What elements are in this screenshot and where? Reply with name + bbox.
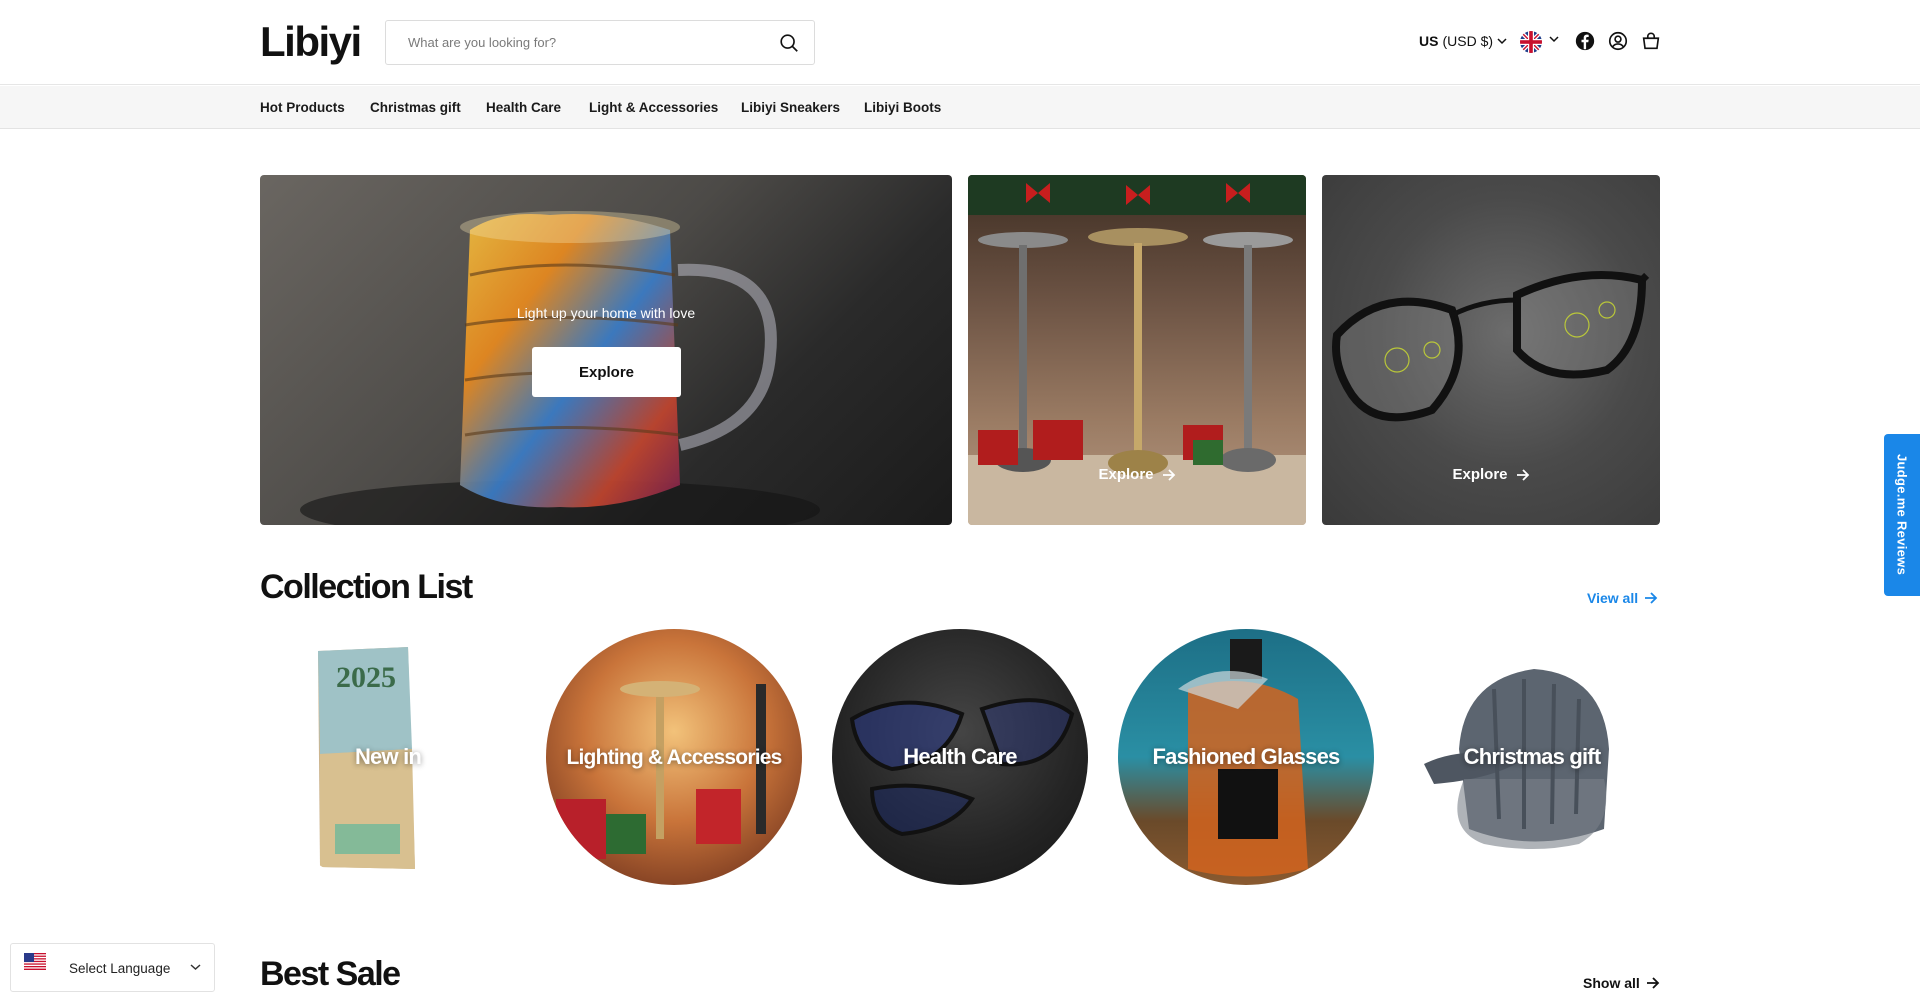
arrow-right-icon	[1646, 977, 1660, 989]
collection-label: Fashioned Glasses	[1152, 744, 1341, 769]
search-input[interactable]	[386, 21, 766, 64]
show-all-link[interactable]: Show all	[1583, 975, 1660, 991]
us-flag-icon	[24, 953, 46, 970]
collection-christmas-gift[interactable]: Christmas gift	[1404, 629, 1660, 885]
arrow-right-icon	[1162, 468, 1175, 481]
collection-label: Health Care	[903, 744, 1017, 769]
hero-lamp-explore-link[interactable]: Explore	[968, 466, 1306, 483]
account-icon[interactable]	[1607, 30, 1629, 52]
nav-item-libiyi-sneakers[interactable]: Libiyi Sneakers	[741, 100, 840, 115]
chevron-down-icon	[1497, 38, 1507, 45]
collection-new-in[interactable]: 2025 New in	[260, 629, 516, 885]
uk-flag-icon[interactable]	[1520, 31, 1542, 53]
chevron-down-icon[interactable]	[1549, 35, 1559, 43]
language-selector[interactable]: Select Language	[10, 943, 215, 992]
hero-banner-lamps[interactable]: Explore	[968, 175, 1306, 525]
nav-item-health-care[interactable]: Health Care	[486, 100, 561, 115]
svg-text:2025: 2025	[336, 661, 396, 694]
nav-item-hot-products[interactable]: Hot Products	[260, 100, 345, 115]
hero-explore-button[interactable]: Explore	[532, 347, 681, 397]
reviews-tab[interactable]: Judge.me Reviews	[1884, 434, 1920, 596]
nav-item-christmas-gift[interactable]: Christmas gift	[370, 100, 461, 115]
collection-list-title: Collection List	[260, 568, 473, 606]
best-sale-title: Best Sale	[260, 955, 401, 993]
nav-item-light-accessories[interactable]: Light & Accessories	[589, 100, 718, 115]
currency-label: (USD $)	[1442, 33, 1494, 49]
hero-tagline: Light up your home with love	[516, 305, 696, 321]
collection-label: New in	[354, 744, 422, 769]
collection-health-care[interactable]: Health Care	[832, 629, 1088, 885]
collection-fashioned-glasses[interactable]: Fashioned Glasses	[1118, 629, 1374, 885]
main-nav: Hot Products Christmas gift Health Care …	[0, 86, 1920, 129]
hero-glasses-explore-link[interactable]: Explore	[1322, 466, 1660, 483]
site-logo[interactable]: Libiyi	[260, 18, 362, 66]
view-all-link[interactable]: View all	[1587, 590, 1658, 606]
currency-code: US	[1419, 33, 1439, 49]
chevron-down-icon	[190, 964, 201, 971]
arrow-right-icon	[1516, 468, 1529, 481]
collection-lighting-accessories[interactable]: Lighting & Accessories	[546, 629, 802, 885]
explore-label: Explore	[1098, 466, 1154, 483]
language-select-label: Select Language	[69, 961, 171, 976]
collection-label: Lighting & Accessories	[566, 745, 782, 769]
facebook-icon[interactable]	[1574, 30, 1596, 52]
cart-bag-icon[interactable]	[1640, 30, 1662, 52]
collection-label: Christmas gift	[1463, 744, 1602, 769]
site-header: Libiyi US (USD $)	[0, 0, 1920, 85]
view-all-label: View all	[1587, 590, 1639, 606]
hero-banner-glasses[interactable]: Explore	[1322, 175, 1660, 525]
currency-selector[interactable]: US (USD $)	[1419, 33, 1507, 49]
arrow-right-icon	[1645, 592, 1658, 604]
show-all-label: Show all	[1583, 975, 1640, 991]
explore-label: Explore	[1452, 466, 1508, 483]
reviews-tab-label: Judge.me Reviews	[1894, 454, 1910, 576]
hero-banner-main[interactable]: Light up your home with love Explore	[260, 175, 952, 525]
nav-item-libiyi-boots[interactable]: Libiyi Boots	[864, 100, 941, 115]
search-icon[interactable]	[778, 32, 800, 54]
search-bar	[385, 20, 815, 65]
